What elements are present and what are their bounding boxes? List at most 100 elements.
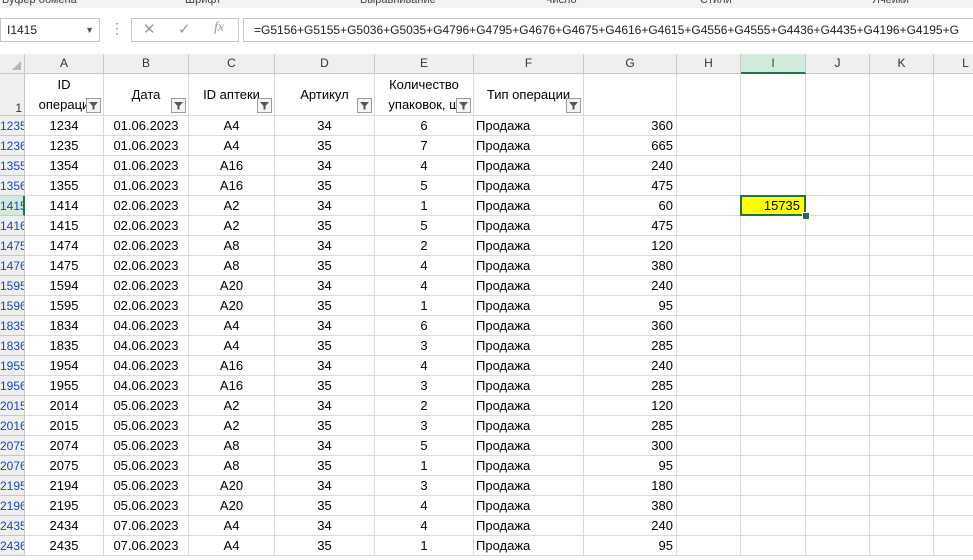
cell-e[interactable]: 5	[375, 436, 474, 456]
cell-a[interactable]: 1595	[25, 296, 104, 316]
cell-a[interactable]: 1354	[25, 156, 104, 176]
cell-g[interactable]: 180	[584, 476, 677, 496]
cell-k[interactable]	[870, 276, 934, 296]
column-header-k[interactable]: K	[870, 54, 934, 74]
cell-l[interactable]	[934, 416, 973, 436]
cell-g[interactable]: 95	[584, 536, 677, 556]
cell-c[interactable]: A20	[189, 476, 275, 496]
row-header[interactable]: 1476	[0, 256, 25, 276]
cell-b[interactable]: 01.06.2023	[104, 176, 189, 196]
row-header[interactable]: 1955	[0, 356, 25, 376]
cell-c[interactable]: A4	[189, 116, 275, 136]
cell-j[interactable]	[806, 356, 870, 376]
cell-e[interactable]: 2	[375, 396, 474, 416]
cell-e[interactable]: 1	[375, 456, 474, 476]
cell-f[interactable]: Продажа	[474, 476, 584, 496]
cell-i[interactable]	[741, 356, 806, 376]
cell-l[interactable]	[934, 356, 973, 376]
cell-d[interactable]: 35	[275, 296, 375, 316]
cell-c[interactable]: A4	[189, 516, 275, 536]
cell-f[interactable]: Продажа	[474, 256, 584, 276]
cell-k[interactable]	[870, 176, 934, 196]
cell-b[interactable]: 05.06.2023	[104, 416, 189, 436]
fill-handle[interactable]	[802, 212, 810, 220]
cell-i[interactable]	[741, 396, 806, 416]
row-header[interactable]: 1356	[0, 176, 25, 196]
row-header[interactable]: 2435	[0, 516, 25, 536]
cell-g[interactable]: 285	[584, 416, 677, 436]
cell-c[interactable]: A2	[189, 196, 275, 216]
cell-d[interactable]: 34	[275, 316, 375, 336]
cell-f[interactable]: Продажа	[474, 276, 584, 296]
cell-e[interactable]: 6	[375, 116, 474, 136]
cell-j[interactable]	[806, 236, 870, 256]
cell-g[interactable]: 240	[584, 156, 677, 176]
cell-k[interactable]	[870, 516, 934, 536]
row-header[interactable]: 1235	[0, 116, 25, 136]
cell-k[interactable]	[870, 196, 934, 216]
cell-b[interactable]: 05.06.2023	[104, 436, 189, 456]
cell-a[interactable]: 2194	[25, 476, 104, 496]
cell-c[interactable]: A20	[189, 296, 275, 316]
cell-a[interactable]: 1475	[25, 256, 104, 276]
select-all-corner[interactable]	[0, 54, 25, 74]
cell-i[interactable]	[741, 336, 806, 356]
cell-b[interactable]: 01.06.2023	[104, 156, 189, 176]
cell-i[interactable]	[741, 436, 806, 456]
column-header-l[interactable]: L	[934, 54, 973, 74]
cell-g[interactable]: 60	[584, 196, 677, 216]
cell-j[interactable]	[806, 136, 870, 156]
cell-d[interactable]: 35	[275, 336, 375, 356]
cell-j[interactable]	[806, 156, 870, 176]
row-header[interactable]: 1835	[0, 316, 25, 336]
cell-c[interactable]: A20	[189, 276, 275, 296]
cell-i[interactable]	[741, 276, 806, 296]
cell-i[interactable]	[741, 476, 806, 496]
cell-j[interactable]	[806, 476, 870, 496]
cell-b[interactable]: 02.06.2023	[104, 196, 189, 216]
cell-l[interactable]	[934, 196, 973, 216]
cell-g[interactable]: 95	[584, 296, 677, 316]
cell-a[interactable]: 2075	[25, 456, 104, 476]
cell-h[interactable]	[677, 536, 741, 556]
cell-h[interactable]	[677, 456, 741, 476]
cell-d[interactable]: 35	[275, 136, 375, 156]
cell-k[interactable]	[870, 216, 934, 236]
cell-b[interactable]: 02.06.2023	[104, 296, 189, 316]
cell-e[interactable]: 3	[375, 476, 474, 496]
cell-e[interactable]: 6	[375, 316, 474, 336]
row-header[interactable]: 2075	[0, 436, 25, 456]
cell-b[interactable]: 04.06.2023	[104, 316, 189, 336]
cell-e[interactable]: 7	[375, 136, 474, 156]
cell-k[interactable]	[870, 236, 934, 256]
cell-l[interactable]	[934, 156, 973, 176]
cell-l[interactable]	[934, 396, 973, 416]
header-cell-h[interactable]	[677, 74, 741, 116]
cell-d[interactable]: 35	[275, 536, 375, 556]
cell-e[interactable]: 4	[375, 156, 474, 176]
cell-i[interactable]	[741, 256, 806, 276]
cell-c[interactable]: A2	[189, 416, 275, 436]
column-header-g[interactable]: G	[584, 54, 677, 74]
cell-b[interactable]: 07.06.2023	[104, 516, 189, 536]
cell-b[interactable]: 02.06.2023	[104, 276, 189, 296]
cell-h[interactable]	[677, 156, 741, 176]
cell-h[interactable]	[677, 256, 741, 276]
cell-i[interactable]	[741, 136, 806, 156]
cell-l[interactable]	[934, 256, 973, 276]
cell-c[interactable]: A8	[189, 436, 275, 456]
cell-h[interactable]	[677, 476, 741, 496]
cell-j[interactable]	[806, 376, 870, 396]
cell-e[interactable]: 1	[375, 296, 474, 316]
cell-c[interactable]: A4	[189, 536, 275, 556]
cell-l[interactable]	[934, 456, 973, 476]
cell-c[interactable]: A2	[189, 216, 275, 236]
filter-icon-f[interactable]	[566, 98, 581, 113]
column-header-d[interactable]: D	[275, 54, 375, 74]
cell-a[interactable]: 1415	[25, 216, 104, 236]
cell-l[interactable]	[934, 376, 973, 396]
cell-l[interactable]	[934, 536, 973, 556]
filter-icon-a[interactable]	[86, 98, 101, 113]
column-header-a[interactable]: A	[25, 54, 104, 74]
cell-j[interactable]	[806, 276, 870, 296]
